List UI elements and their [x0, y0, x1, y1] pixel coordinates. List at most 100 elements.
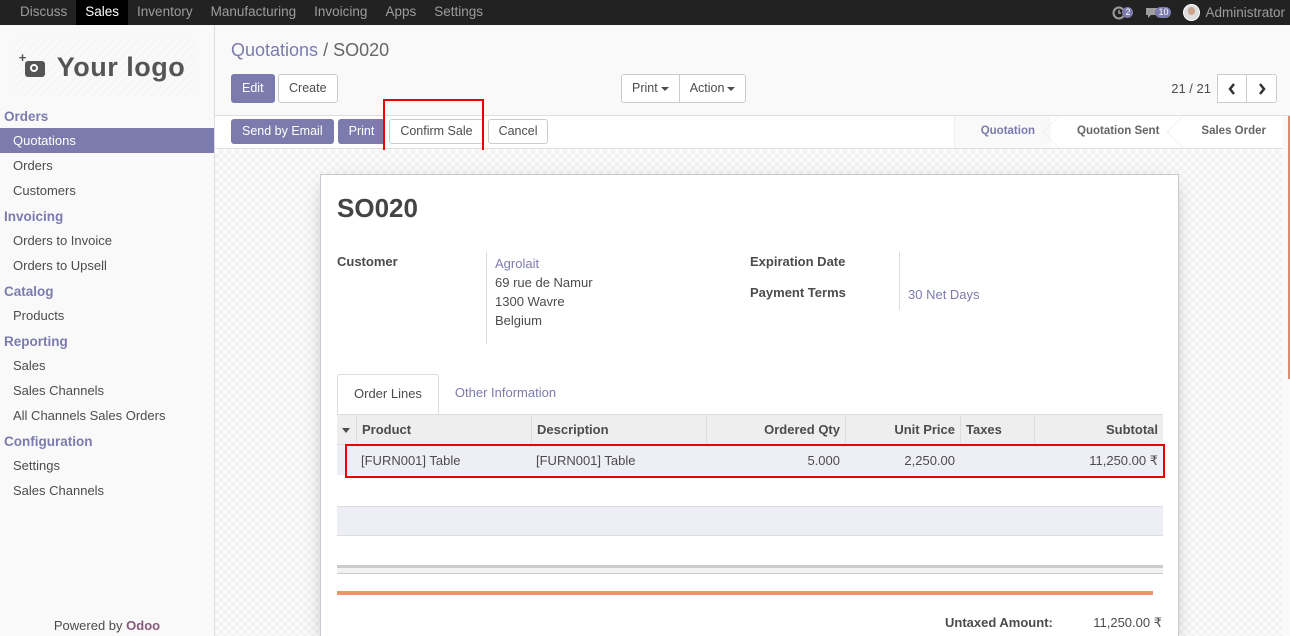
sort-toggle[interactable] [337, 415, 356, 444]
table-row[interactable]: [FURN001] Table [FURN001] Table 5.000 2,… [337, 444, 1163, 475]
order-title: SO020 [337, 193, 418, 223]
pager-value[interactable]: 21 / 21 [1171, 81, 1211, 96]
app-menu: Discuss Sales Inventory Manufacturing In… [11, 0, 492, 25]
status-quotation-sent: Quotation Sent [1051, 116, 1184, 148]
cell-subtotal: 11,250.00 ₹ [1089, 453, 1158, 468]
menu-apps[interactable]: Apps [376, 0, 425, 25]
control-panel: Quotations / SO020 Edit Create Print Act… [215, 25, 1290, 116]
customer-address-line: Belgium [495, 313, 542, 328]
separator-bar [337, 591, 1153, 595]
activity-button[interactable]: 2 [1112, 6, 1134, 20]
customer-link[interactable]: Agrolait [495, 254, 593, 273]
print-button[interactable]: Print [337, 119, 386, 144]
sidebar-item-orders[interactable]: Orders [0, 153, 214, 178]
print-dropdown-label: Print [632, 81, 658, 95]
user-menu[interactable]: Administrator [1205, 5, 1285, 20]
cell-product: [FURN001] Table [361, 453, 461, 468]
row-handle [337, 445, 356, 475]
caret-down-icon [727, 86, 736, 91]
menu-discuss[interactable]: Discuss [11, 0, 76, 25]
messages-button[interactable]: 10 [1145, 6, 1172, 19]
odoo-link[interactable]: Odoo [126, 618, 160, 633]
sidebar-actions: Print Action [621, 74, 747, 103]
form-sheet-background: SO020 Customer Agrolait 69 rue de Namur … [215, 150, 1282, 636]
pager-next-button[interactable] [1247, 74, 1277, 103]
menu-invoicing[interactable]: Invoicing [305, 0, 376, 25]
sidebar-item-all-channels-sales-orders[interactable]: All Channels Sales Orders [0, 403, 214, 428]
order-lines-table: Product Description Ordered Qty Unit Pri… [337, 414, 1163, 475]
sidebar-item-customers[interactable]: Customers [0, 178, 214, 203]
user-avatar[interactable] [1183, 4, 1201, 21]
caret-down-icon [342, 428, 350, 434]
chevron-left-icon [1228, 82, 1235, 95]
confirm-sale-button[interactable]: Confirm Sale [389, 119, 484, 144]
sidebar-item-orders-to-invoice[interactable]: Orders to Invoice [0, 228, 214, 253]
table-header: Product Description Ordered Qty Unit Pri… [337, 414, 1163, 444]
sidebar-item-settings[interactable]: Settings [0, 453, 214, 478]
untaxed-amount-label: Untaxed Amount: [945, 615, 1053, 630]
notebook-tabs: Order Lines Other Information [337, 374, 572, 415]
activity-count-badge: 2 [1122, 7, 1134, 18]
column-taxes[interactable]: Taxes [960, 415, 1034, 444]
column-product[interactable]: Product [356, 415, 531, 444]
column-subtotal[interactable]: Subtotal [1034, 415, 1163, 444]
company-logo[interactable]: Your logo [14, 37, 196, 97]
cancel-button[interactable]: Cancel [487, 119, 549, 144]
breadcrumb-separator: / [323, 40, 329, 60]
statusbar: Quotation Quotation Sent Sales Order [953, 116, 1282, 148]
breadcrumb-quotations[interactable]: Quotations [231, 40, 318, 60]
sidebar-section-catalog: Catalog [4, 284, 54, 299]
breadcrumb-current: SO020 [333, 40, 390, 60]
status-quotation: Quotation [953, 116, 1060, 148]
divider [486, 252, 487, 344]
form-sheet: SO020 Customer Agrolait 69 rue de Namur … [320, 174, 1179, 636]
menu-inventory[interactable]: Inventory [128, 0, 202, 25]
menu-sales[interactable]: Sales [76, 0, 129, 25]
menu-settings[interactable]: Settings [425, 0, 492, 25]
column-unit-price[interactable]: Unit Price [845, 415, 960, 444]
header-buttons: Send by Email Print Confirm Sale Cancel [231, 119, 549, 144]
sidebar-section-invoicing: Invoicing [4, 209, 64, 224]
top-navbar: Discuss Sales Inventory Manufacturing In… [0, 0, 1290, 25]
sidebar-item-quotations[interactable]: Quotations [0, 128, 214, 153]
customer-address-line: 1300 Wavre [495, 294, 565, 309]
column-ordered-qty[interactable]: Ordered Qty [706, 415, 845, 444]
pager-previous-button[interactable] [1217, 74, 1247, 103]
payment-terms-link[interactable]: 30 Net Days [908, 287, 980, 302]
logo-text: Your logo [56, 51, 186, 82]
customer-address-line: 69 rue de Namur [495, 275, 593, 290]
sidebar-section-configuration: Configuration [4, 434, 93, 449]
customer-field: Agrolait 69 rue de Namur 1300 Wavre Belg… [495, 254, 593, 330]
cell-unit-price: 2,250.00 [904, 453, 955, 468]
sidebar-item-reporting-sales[interactable]: Sales [0, 353, 214, 378]
form-header: Send by Email Print Confirm Sale Cancel … [215, 116, 1282, 149]
caret-down-icon [660, 86, 669, 91]
tab-other-information[interactable]: Other Information [439, 374, 572, 415]
powered-by: Powered by Odoo [0, 618, 214, 633]
expiration-date-label: Expiration Date [750, 254, 846, 269]
customer-label: Customer [337, 254, 398, 269]
untaxed-amount-value: 11,250.00 ₹ [1093, 615, 1162, 630]
sidebar-section-orders: Orders [4, 109, 49, 124]
action-dropdown[interactable]: Action [679, 74, 747, 103]
sidebar-item-config-sales-channels[interactable]: Sales Channels [0, 478, 214, 503]
message-count-badge: 10 [1155, 7, 1172, 18]
send-by-email-button[interactable]: Send by Email [231, 119, 334, 144]
pager: 21 / 21 [1171, 74, 1277, 103]
menu-manufacturing[interactable]: Manufacturing [202, 0, 306, 25]
scrollbar[interactable] [1282, 116, 1290, 636]
divider [899, 252, 900, 310]
table-footer [337, 565, 1163, 574]
column-description[interactable]: Description [531, 415, 706, 444]
edit-button[interactable]: Edit [231, 74, 275, 103]
sidebar-section-reporting: Reporting [4, 334, 68, 349]
create-button[interactable]: Create [278, 74, 338, 103]
sidebar-item-reporting-sales-channels[interactable]: Sales Channels [0, 378, 214, 403]
cell-description: [FURN001] Table [536, 453, 636, 468]
sidebar-item-orders-to-upsell[interactable]: Orders to Upsell [0, 253, 214, 278]
sidebar-item-products[interactable]: Products [0, 303, 214, 328]
sidebar-menu: Orders Quotations Orders Customers Invoi… [0, 103, 214, 503]
print-dropdown[interactable]: Print [621, 74, 680, 103]
sidebar: Your logo Orders Quotations Orders Custo… [0, 25, 215, 636]
tab-order-lines[interactable]: Order Lines [337, 374, 439, 415]
